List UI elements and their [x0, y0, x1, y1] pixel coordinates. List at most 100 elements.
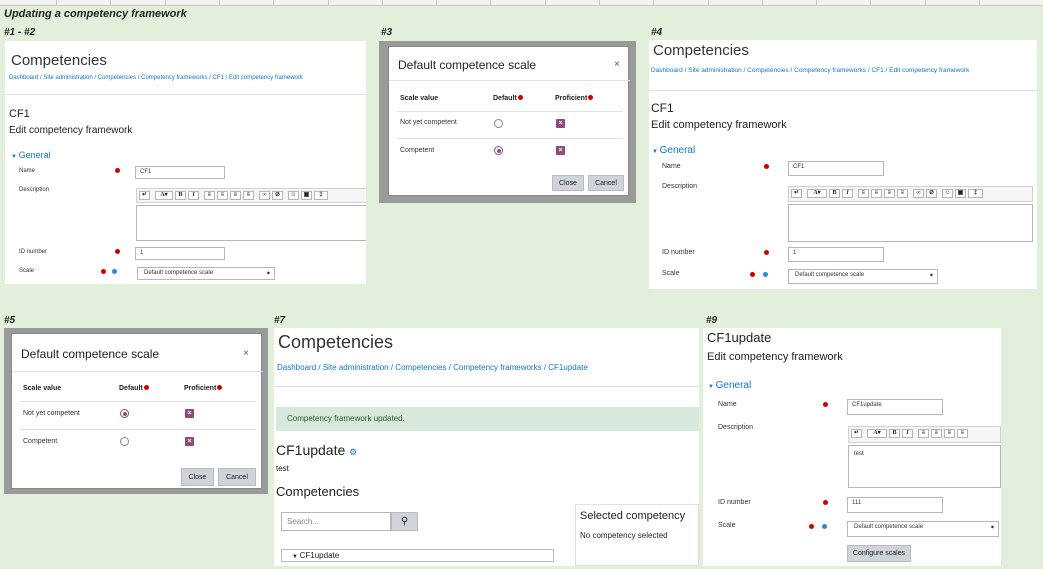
bullet-list-icon[interactable]: ≡	[918, 429, 929, 438]
configure-scales-button[interactable]: Configure scales	[847, 545, 911, 562]
link-icon[interactable]: ∞	[259, 191, 270, 200]
breadcrumb-dashboard[interactable]: Dashboard	[9, 75, 38, 81]
proficient-x-icon[interactable]: ×	[556, 119, 565, 128]
breadcrumb-dashboard[interactable]: Dashboard	[277, 363, 316, 372]
proficient-x-icon[interactable]: ×	[185, 409, 194, 418]
general-section-toggle[interactable]: ▼ General	[652, 145, 695, 156]
page-heading: Competencies	[278, 332, 394, 352]
bold-icon[interactable]: B	[175, 191, 186, 200]
chevron-down-icon: ▼	[11, 154, 19, 160]
font-size-icon[interactable]: A▾	[807, 189, 827, 198]
outdent-icon[interactable]: ≡	[957, 429, 968, 438]
bullet-list-icon[interactable]: ≡	[858, 189, 869, 198]
undo-icon[interactable]: ↵	[139, 191, 150, 200]
success-alert: Competency framework updated.	[276, 407, 699, 431]
search-button[interactable]: ⚲	[391, 512, 418, 531]
col-default: Default	[493, 95, 523, 102]
cancel-button[interactable]: Cancel	[218, 468, 256, 486]
breadcrumb-frameworks[interactable]: Competency frameworks	[453, 363, 541, 372]
id-number-field[interactable]: 111	[847, 497, 943, 513]
description-editor[interactable]: test	[848, 445, 1001, 488]
label-panel-9: #9	[706, 315, 718, 326]
bold-icon[interactable]: B	[889, 429, 900, 438]
numbered-list-icon[interactable]: ≡	[217, 191, 228, 200]
default-radio-competent[interactable]	[494, 146, 503, 155]
outdent-icon[interactable]: ≡	[243, 191, 254, 200]
breadcrumb-competencies[interactable]: Competencies	[747, 67, 789, 74]
breadcrumb: Dashboard / Site administration / Compet…	[9, 75, 303, 81]
scale-select[interactable]: Default competence scale	[137, 267, 275, 280]
gear-icon[interactable]: ⚙	[349, 447, 357, 457]
breadcrumb-edit[interactable]: Edit competency framework	[889, 67, 969, 74]
breadcrumb-frameworks[interactable]: Competency frameworks	[141, 75, 207, 81]
image-icon[interactable]: ▣	[301, 191, 312, 200]
scale-select[interactable]: Default competence scale	[788, 269, 938, 284]
font-size-icon[interactable]: A▾	[155, 191, 173, 200]
undo-icon[interactable]: ↵	[851, 429, 862, 438]
breadcrumb-cf1[interactable]: CF1	[871, 67, 883, 74]
italic-icon[interactable]: I	[188, 191, 199, 200]
emoji-icon[interactable]: ☺	[942, 189, 953, 198]
breadcrumb-frameworks[interactable]: Competency frameworks	[794, 67, 866, 74]
default-radio-not-yet[interactable]	[494, 119, 503, 128]
link-icon[interactable]: ∞	[913, 189, 924, 198]
proficient-x-icon[interactable]: ×	[556, 146, 565, 155]
divider	[12, 371, 263, 372]
default-radio-competent[interactable]	[120, 437, 129, 446]
bullet-list-icon[interactable]: ≡	[204, 191, 215, 200]
h5p-icon[interactable]: ‡	[314, 191, 328, 200]
bold-icon[interactable]: B	[829, 189, 840, 198]
chevron-down-icon: ▼	[292, 554, 300, 560]
close-button[interactable]: Close	[181, 468, 214, 486]
close-icon[interactable]: ×	[614, 59, 620, 70]
scale-select[interactable]: Default competence scale	[847, 521, 999, 537]
description-editor[interactable]	[788, 204, 1033, 242]
indent-icon[interactable]: ≡	[230, 191, 241, 200]
name-label: Name	[718, 401, 737, 408]
name-field[interactable]: CF1	[135, 166, 225, 179]
search-input[interactable]: Search...	[281, 512, 391, 531]
breadcrumb-dashboard[interactable]: Dashboard	[651, 67, 683, 74]
numbered-list-icon[interactable]: ≡	[871, 189, 882, 198]
breadcrumb-site-admin[interactable]: Site administration	[43, 75, 92, 81]
proficient-x-icon[interactable]: ×	[185, 437, 194, 446]
indent-icon[interactable]: ≡	[884, 189, 895, 198]
breadcrumb-cf1update[interactable]: CF1update	[548, 363, 588, 372]
name-field[interactable]: CF1update	[847, 399, 943, 415]
breadcrumb-cf1[interactable]: CF1	[213, 75, 224, 81]
breadcrumb-competencies[interactable]: Competencies	[395, 363, 446, 372]
selected-competency-text: No competency selected	[580, 531, 668, 540]
emoji-icon[interactable]: ☺	[288, 191, 299, 200]
italic-icon[interactable]: I	[842, 189, 853, 198]
undo-icon[interactable]: ↵	[791, 189, 802, 198]
unlink-icon[interactable]: ⊘	[272, 191, 283, 200]
help-icon[interactable]	[112, 269, 117, 274]
indent-icon[interactable]: ≡	[944, 429, 955, 438]
default-radio-not-yet[interactable]	[120, 409, 129, 418]
breadcrumb-competencies[interactable]: Competencies	[98, 75, 136, 81]
cancel-button[interactable]: Cancel	[588, 175, 624, 191]
outdent-icon[interactable]: ≡	[897, 189, 908, 198]
divider	[20, 401, 256, 402]
image-icon[interactable]: ▣	[955, 189, 966, 198]
numbered-list-icon[interactable]: ≡	[931, 429, 942, 438]
help-icon[interactable]	[822, 524, 827, 529]
description-editor[interactable]	[136, 205, 366, 241]
breadcrumb-edit[interactable]: Edit competency framework	[229, 75, 303, 81]
name-field[interactable]: CF1	[788, 161, 884, 176]
general-section-toggle[interactable]: ▼ General	[11, 150, 51, 160]
breadcrumb-site-admin[interactable]: Site administration	[323, 363, 389, 372]
help-icon[interactable]	[763, 272, 768, 277]
breadcrumb-site-admin[interactable]: Site administration	[688, 67, 741, 74]
close-button[interactable]: Close	[552, 175, 584, 191]
italic-icon[interactable]: I	[902, 429, 913, 438]
general-section-toggle[interactable]: ▼ General	[708, 380, 751, 391]
id-number-field[interactable]: 1	[135, 247, 225, 260]
font-size-icon[interactable]: A▾	[867, 429, 887, 438]
tree-item-cf1update[interactable]: ▼ CF1update	[281, 549, 554, 562]
unlink-icon[interactable]: ⊘	[926, 189, 937, 198]
edit-framework-panel-9: CF1update Edit competency framework ▼ Ge…	[703, 328, 1001, 566]
close-icon[interactable]: ×	[243, 348, 249, 359]
id-number-field[interactable]: 1	[788, 247, 884, 262]
h5p-icon[interactable]: ‡	[968, 189, 983, 198]
